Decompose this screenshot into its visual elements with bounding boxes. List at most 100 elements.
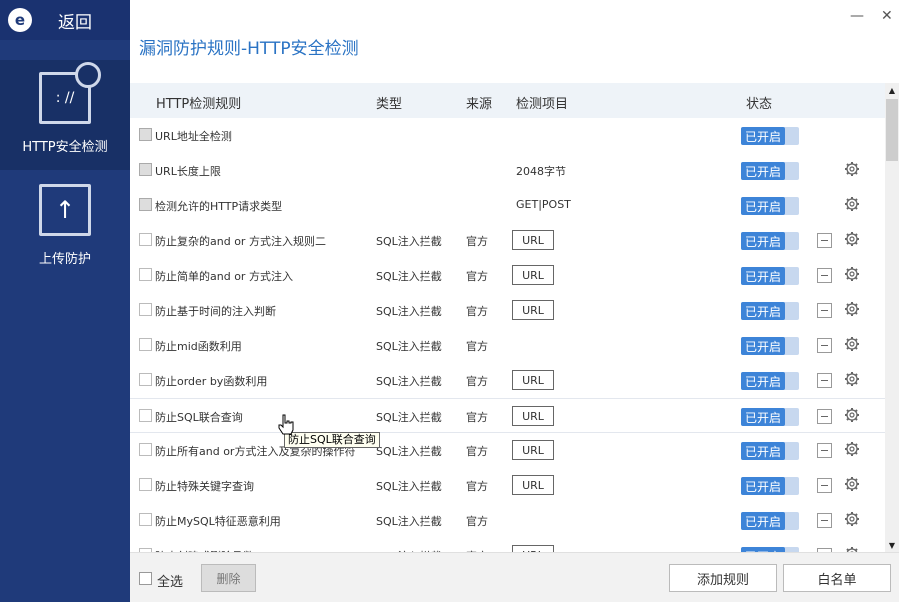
table-row[interactable]: 防止简单的and or 方式注入 SQL注入拦截 官方 URL 已开启: [130, 258, 885, 293]
table-row[interactable]: URL地址全检测 已开启: [130, 118, 885, 153]
gear-icon[interactable]: [844, 196, 860, 212]
gear-icon[interactable]: [844, 511, 860, 527]
table-row[interactable]: 防止复杂的and or 方式注入规则二 SQL注入拦截 官方 URL 已开启: [130, 223, 885, 258]
table-row[interactable]: 防止特殊关键字查询 SQL注入拦截 官方 URL 已开启: [130, 468, 885, 503]
status-toggle[interactable]: 已开启: [741, 477, 799, 495]
remove-button[interactable]: [817, 268, 832, 283]
scrollbar[interactable]: ▲ ▼: [885, 83, 899, 552]
gear-icon[interactable]: [844, 301, 860, 317]
table-row[interactable]: 防止SQL联合查询 SQL注入拦截 官方 URL 已开启: [130, 398, 885, 433]
row-checkbox[interactable]: [139, 338, 152, 351]
scroll-thumb[interactable]: [886, 99, 898, 161]
remove-button[interactable]: [817, 409, 832, 424]
scroll-up-icon[interactable]: ▲: [885, 83, 899, 97]
rule-type: SQL注入拦截: [376, 375, 442, 388]
hand-cursor-icon: [278, 414, 294, 435]
select-all-checkbox[interactable]: [139, 572, 152, 585]
status-label: 已开启: [741, 408, 785, 426]
rule-type: SQL注入拦截: [376, 235, 442, 248]
gear-icon[interactable]: [844, 266, 860, 282]
status-toggle[interactable]: 已开启: [741, 372, 799, 390]
row-checkbox[interactable]: [139, 478, 152, 491]
status-toggle[interactable]: 已开启: [741, 162, 799, 180]
tooltip: 防止SQL联合查询: [284, 432, 380, 448]
gear-icon[interactable]: [844, 161, 860, 177]
table-row[interactable]: 防止创建或删除函数SQL注入拦截官方URL已开启: [130, 538, 885, 552]
table-row[interactable]: 防止MySQL特征恶意利用 SQL注入拦截 官方 已开启: [130, 503, 885, 538]
row-checkbox[interactable]: [139, 233, 152, 246]
row-checkbox[interactable]: [139, 409, 152, 422]
status-toggle[interactable]: 已开启: [741, 442, 799, 460]
http-shield-icon: : //: [39, 62, 101, 124]
add-rule-button[interactable]: 添加规则: [669, 564, 777, 592]
rule-type: SQL注入拦截: [376, 480, 442, 493]
url-tag: URL: [512, 475, 554, 495]
rule-name: 防止特殊关键字查询: [155, 480, 254, 493]
row-checkbox[interactable]: [139, 373, 152, 386]
status-toggle[interactable]: 已开启: [741, 197, 799, 215]
remove-button[interactable]: [817, 478, 832, 493]
row-checkbox[interactable]: [139, 303, 152, 316]
rule-name: 防止SQL联合查询: [155, 411, 243, 424]
rule-name: 检测允许的HTTP请求类型: [155, 200, 283, 213]
table-row[interactable]: 防止所有and or方式注入及复杂的操作符 SQL注入拦截 官方 URL 已开启: [130, 433, 885, 468]
status-label: 已开启: [741, 512, 785, 530]
status-toggle[interactable]: 已开启: [741, 267, 799, 285]
url-tag: URL: [512, 406, 554, 426]
gear-icon[interactable]: [844, 336, 860, 352]
status-label: 已开启: [741, 477, 785, 495]
remove-button[interactable]: [817, 373, 832, 388]
scroll-down-icon[interactable]: ▼: [885, 538, 899, 552]
table-row[interactable]: 检测允许的HTTP请求类型 GET|POST 已开启: [130, 188, 885, 223]
status-toggle[interactable]: 已开启: [741, 302, 799, 320]
status-label: 已开启: [741, 197, 785, 215]
remove-button[interactable]: [817, 303, 832, 318]
gear-icon[interactable]: [844, 371, 860, 387]
whitelist-button[interactable]: 白名单: [783, 564, 891, 592]
col-type: 类型: [376, 97, 403, 112]
sidebar-item-upload-protection[interactable]: ↑ 上传防护: [0, 184, 130, 274]
gear-icon[interactable]: [844, 231, 860, 247]
rule-name: 防止order by函数利用: [155, 375, 268, 388]
rule-name: URL长度上限: [155, 165, 221, 178]
table-row[interactable]: 防止mid函数利用 SQL注入拦截 官方 已开启: [130, 328, 885, 363]
status-toggle[interactable]: 已开启: [741, 127, 799, 145]
sidebar-item-http-security[interactable]: : // HTTP安全检测: [0, 60, 130, 170]
gear-icon[interactable]: [844, 476, 860, 492]
table-row[interactable]: 防止order by函数利用 SQL注入拦截 官方 URL 已开启: [130, 363, 885, 398]
gear-icon[interactable]: [844, 441, 860, 457]
status-label: 已开启: [741, 232, 785, 250]
remove-button[interactable]: [817, 443, 832, 458]
url-tag: URL: [512, 265, 554, 285]
rule-type: SQL注入拦截: [376, 340, 442, 353]
row-checkbox[interactable]: [139, 268, 152, 281]
status-toggle[interactable]: 已开启: [741, 408, 799, 426]
status-toggle[interactable]: 已开启: [741, 512, 799, 530]
main-panel: — ✕ 漏洞防护规则-HTTP安全检测 HTTP检测规则 类型 来源 检测项目 …: [130, 0, 899, 602]
close-button[interactable]: ✕: [881, 8, 893, 24]
table-row[interactable]: URL长度上限 2048字节 已开启: [130, 153, 885, 188]
remove-button[interactable]: [817, 233, 832, 248]
gear-icon[interactable]: [844, 407, 860, 423]
back-button[interactable]: e 返回: [0, 0, 130, 40]
table-row[interactable]: 防止基于时间的注入判断 SQL注入拦截 官方 URL 已开启: [130, 293, 885, 328]
status-toggle[interactable]: 已开启: [741, 232, 799, 250]
remove-button[interactable]: [817, 338, 832, 353]
select-all-label[interactable]: 全选: [157, 571, 183, 590]
rule-source: 官方: [466, 411, 488, 424]
rule-name: 防止MySQL特征恶意利用: [155, 515, 281, 528]
rule-type: SQL注入拦截: [376, 515, 442, 528]
row-checkbox[interactable]: [139, 443, 152, 456]
row-checkbox: [139, 128, 152, 141]
badge-circle-icon: [75, 62, 101, 88]
status-toggle[interactable]: 已开启: [741, 337, 799, 355]
row-checkbox[interactable]: [139, 513, 152, 526]
sidebar-item-label: HTTP安全检测: [22, 140, 108, 155]
delete-button[interactable]: 删除: [201, 564, 256, 592]
minimize-button[interactable]: —: [850, 8, 864, 24]
url-tag: URL: [512, 440, 554, 460]
remove-button[interactable]: [817, 513, 832, 528]
app-logo: e: [8, 8, 32, 32]
status-label: 已开启: [741, 127, 785, 145]
sidebar-item-label: 上传防护: [38, 252, 91, 267]
